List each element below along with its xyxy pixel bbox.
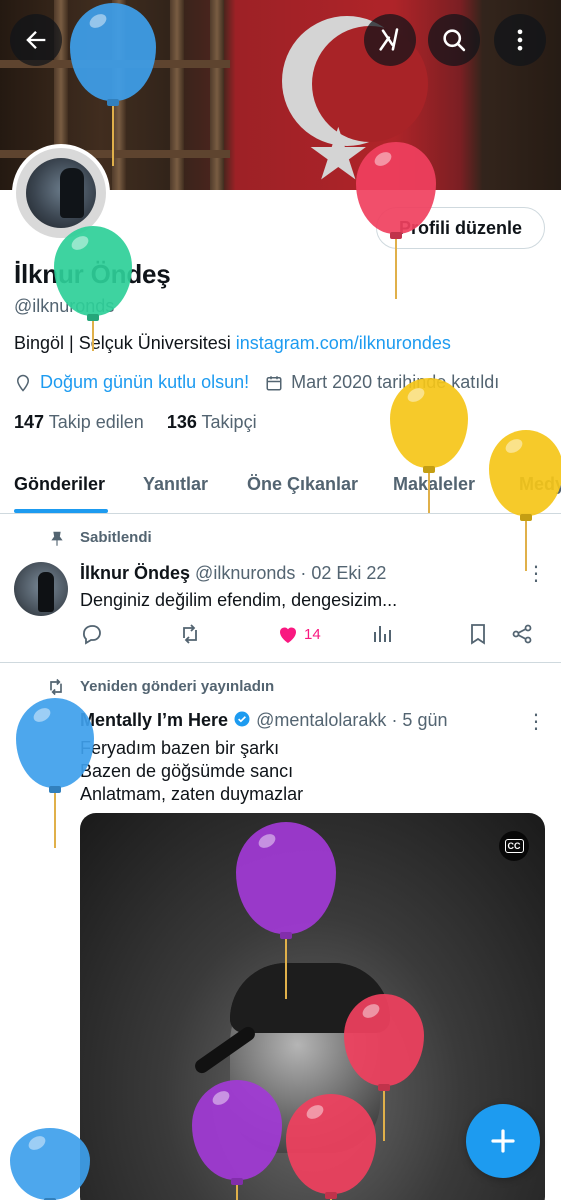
birthday-link[interactable]: Doğum günün kutlu olsun! [40, 372, 249, 393]
active-tab-indicator [14, 509, 108, 513]
post-divider [0, 662, 561, 663]
post-date[interactable]: · 5 gün [391, 710, 447, 730]
post-header: Mentally I’m Here @mentalolarakk · 5 gün [80, 710, 447, 731]
post-text-line: Bazen de göğsümde sancı [80, 761, 294, 781]
back-arrow-icon [26, 31, 46, 49]
tab-articles[interactable]: Makaleler [393, 474, 475, 495]
profile-handle: @ilknuronds [14, 296, 115, 316]
like-icon [280, 627, 296, 643]
followers-link[interactable]: 136 Takipçi [167, 412, 257, 432]
more-button[interactable] [494, 14, 546, 66]
post-more-icon[interactable]: ⋮ [526, 712, 546, 732]
post-text: Denginiz değilim efendim, dengesizim... [80, 590, 398, 610]
tab-highlights[interactable]: Öne Çıkanlar [247, 474, 358, 495]
reply-button[interactable] [80, 622, 104, 646]
search-icon [443, 29, 466, 52]
bookmark-icon [471, 624, 485, 645]
following-count: 147 [14, 412, 45, 432]
post-text-line: Feryadım bazen bir şarkı [80, 738, 280, 758]
grok-button[interactable] [364, 14, 416, 66]
retweet-icon [183, 624, 197, 644]
back-button[interactable] [10, 14, 62, 66]
followers-label: Takipçi [201, 412, 257, 432]
repost-context-label: Yeniden gönderi yayınladın [80, 678, 275, 695]
pinned-label: Sabitlendi [80, 529, 152, 546]
post-date[interactable]: · 02 Eki 22 [300, 563, 386, 583]
more-vertical-icon [517, 29, 523, 51]
post-text-line: Anlatmam, zaten duymazlar [80, 784, 304, 804]
profile-avatar[interactable] [12, 144, 110, 242]
post-author-handle[interactable]: @ilknuronds [195, 563, 295, 583]
calendar-icon [266, 375, 282, 390]
share-button[interactable] [510, 622, 534, 646]
cc-button[interactable]: CC [499, 831, 529, 861]
bio-link[interactable]: instagram.com/ilknurondes [236, 333, 451, 353]
follow-stats: 147 Takip edilen 136 Takipçi [14, 412, 257, 433]
location-icon [16, 374, 30, 392]
cc-icon: CC [504, 839, 524, 853]
post-author-name[interactable]: İlknur Öndeş [80, 563, 190, 583]
pin-icon [51, 531, 63, 546]
joined-date: Mart 2020 tarihinde katıldı [291, 372, 500, 392]
profile-meta: Doğum günün kutlu olsun! Mart 2020 tarih… [14, 372, 499, 393]
edit-profile-button[interactable]: Profili düzenle [376, 207, 545, 249]
search-button[interactable] [428, 14, 480, 66]
post-actions: 14 [80, 620, 540, 650]
post-author-name[interactable]: Mentally I’m Here [80, 710, 228, 730]
grok-icon [379, 28, 399, 51]
like-button[interactable]: 14 [276, 622, 321, 646]
retweet-icon [50, 678, 62, 696]
views-button[interactable] [370, 622, 394, 646]
share-icon [512, 624, 532, 644]
compose-button[interactable] [466, 1104, 540, 1178]
following-label: Takip edilen [48, 412, 144, 432]
bookmark-button[interactable] [466, 622, 490, 646]
post-author-handle[interactable]: @mentalolarakk [256, 710, 386, 730]
tab-media[interactable]: Medya [519, 474, 561, 495]
compose-plus-icon [491, 1129, 515, 1153]
profile-tabs: Gönderiler Yanıtlar Öne Çıkanlar Makalel… [0, 456, 561, 514]
post-more-icon[interactable]: ⋮ [526, 564, 546, 584]
views-icon [374, 626, 391, 642]
balloon-icon [10, 1128, 90, 1200]
reply-icon [83, 625, 101, 645]
post-avatar[interactable] [14, 562, 68, 616]
tab-replies[interactable]: Yanıtlar [143, 474, 208, 495]
profile-bio: Bingöl | Selçuk Üniversitesi instagram.c… [14, 333, 451, 354]
verified-icon [234, 711, 250, 727]
following-link[interactable]: 147 Takip edilen [14, 412, 144, 432]
followers-count: 136 [166, 412, 197, 432]
post-header: İlknur Öndeş @ilknuronds · 02 Eki 22 [80, 563, 386, 584]
repost-button[interactable] [178, 622, 202, 646]
profile-name: İlknur Öndeş [14, 259, 171, 289]
tab-posts[interactable]: Gönderiler [14, 474, 105, 495]
bio-text: Bingöl | Selçuk Üniversitesi [14, 333, 236, 353]
like-count: 14 [304, 625, 321, 643]
